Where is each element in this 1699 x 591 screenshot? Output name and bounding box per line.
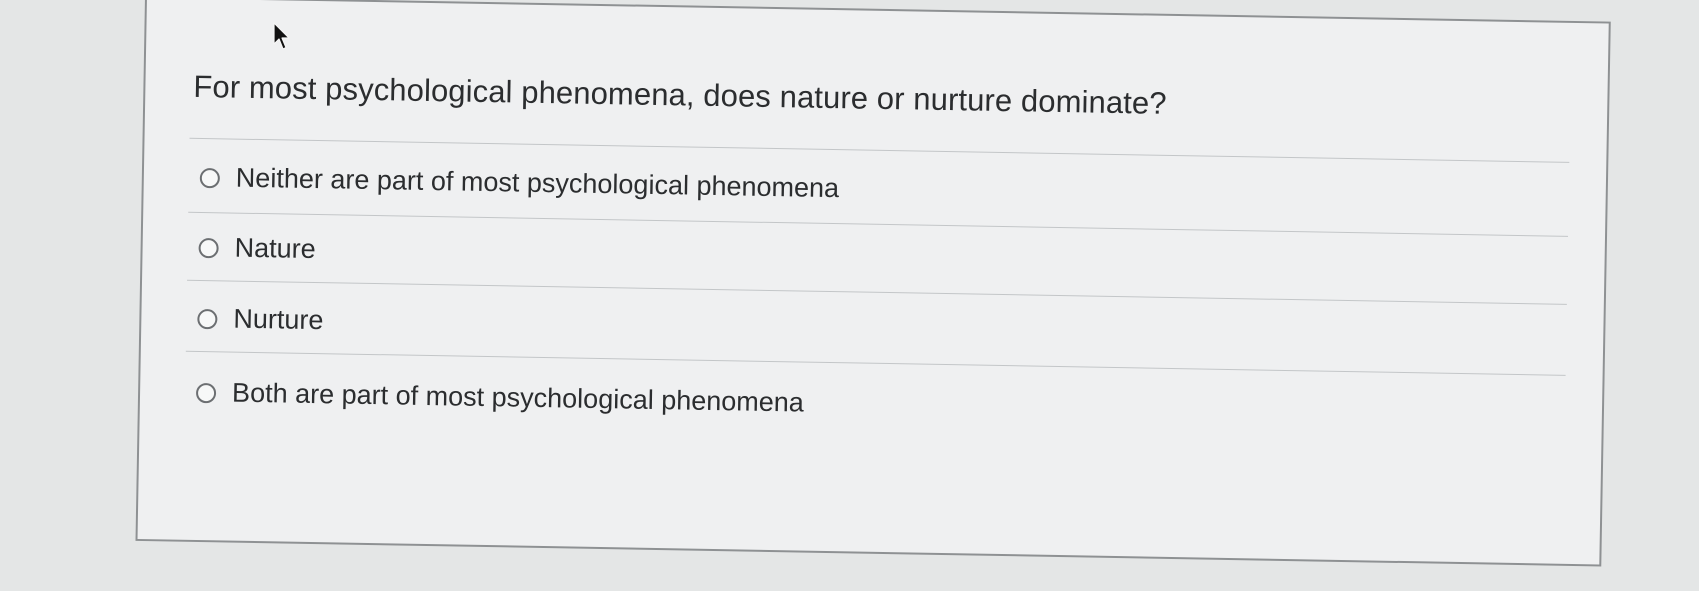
question-card: For most psychological phenomena, does n… — [135, 0, 1611, 567]
radio-unselected-icon[interactable] — [197, 308, 218, 329]
option-label: Both are part of most psychological phen… — [231, 377, 805, 418]
divider — [187, 279, 1567, 305]
option-label: Neither are part of most psychological p… — [235, 162, 840, 204]
divider — [189, 137, 1570, 163]
option-label: Nature — [234, 232, 316, 265]
option-nurture[interactable]: Nurture — [197, 303, 324, 336]
radio-unselected-icon[interactable] — [198, 237, 219, 258]
option-neither[interactable]: Neither are part of most psychological p… — [199, 162, 840, 204]
radio-unselected-icon[interactable] — [195, 382, 217, 403]
option-both[interactable]: Both are part of most psychological phen… — [195, 377, 805, 419]
option-label: Nurture — [233, 303, 324, 336]
question-prompt: For most psychological phenomena, does n… — [193, 68, 1167, 121]
divider — [185, 350, 1566, 376]
mouse-pointer-icon — [273, 22, 290, 50]
divider — [188, 211, 1569, 237]
option-nature[interactable]: Nature — [198, 232, 316, 265]
radio-unselected-icon[interactable] — [199, 167, 221, 188]
